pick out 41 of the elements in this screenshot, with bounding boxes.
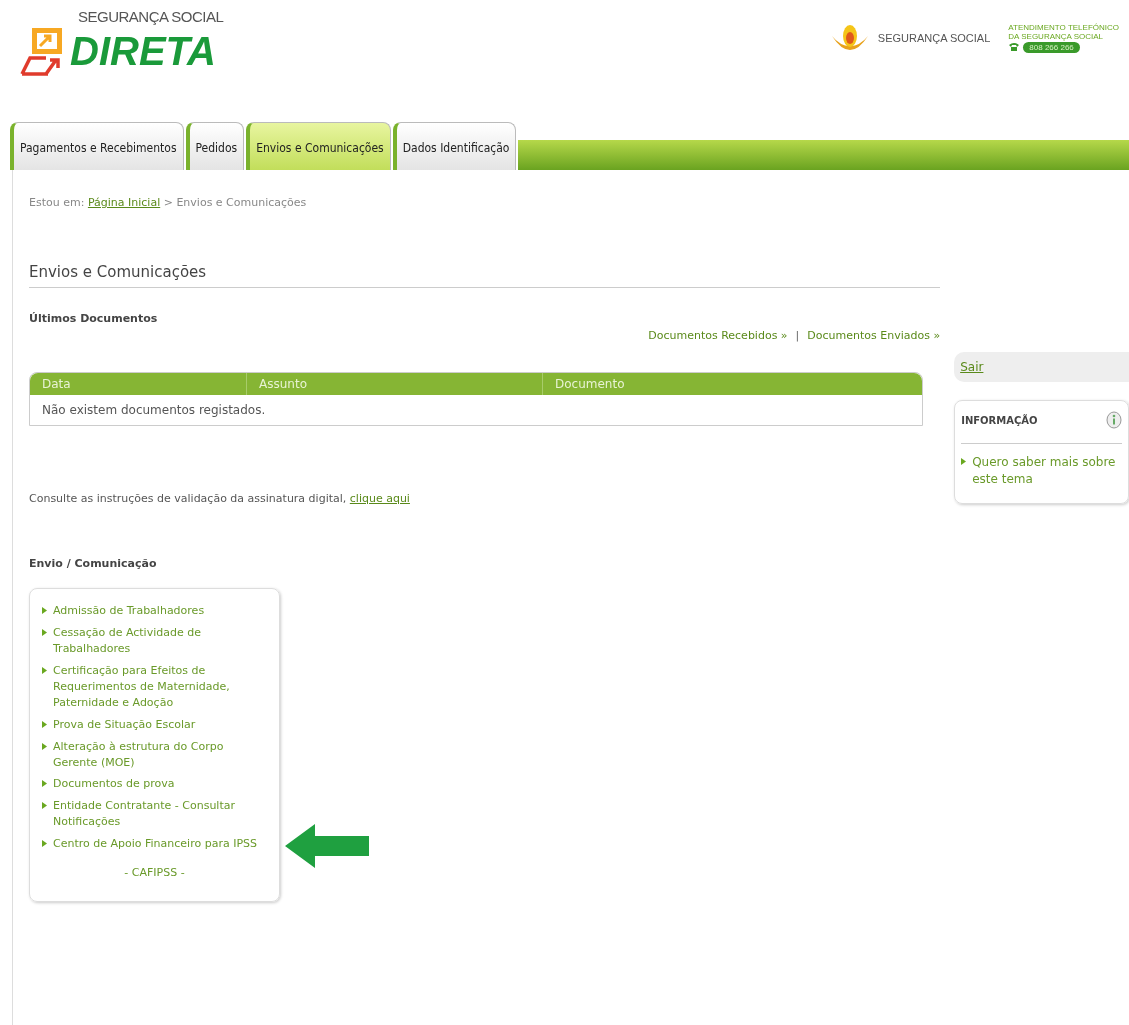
documents-link[interactable]: Documentos Recebidos » — [648, 329, 788, 342]
nav-tab[interactable]: Envios e Comunicações — [246, 122, 391, 170]
breadcrumb: Estou em: Página Inicial > Envios e Comunicações — [29, 196, 308, 209]
nav-tab[interactable]: Dados Identificação — [392, 122, 517, 170]
submission-label: Entidade Contratante - Consultar Notificações — [53, 798, 236, 831]
submission-link[interactable]: Prova de Situação Escolar — [42, 716, 267, 733]
submission-label: Admissão de Trabalhadores — [53, 603, 205, 619]
logo-title: DIRETA — [70, 31, 217, 71]
empty-message: Não existem documentos registados. — [41, 402, 267, 419]
submission-link[interactable]: Alteração à estrutura do Corpo Gerente (MOE) — [42, 738, 267, 771]
column-header: Assunto — [246, 373, 542, 395]
submission-label: Prova de Situação Escolar — [53, 716, 196, 733]
submission-label: Certificação para Efeitos de Requerimentos de Maternidade, Paternidade e Adoção — [53, 662, 231, 711]
column-header: Data — [41, 376, 72, 393]
submission-link[interactable]: Admissão de Trabalhadores — [42, 603, 267, 619]
submission-link[interactable]: Cessação de Actividade de Trabalhadores — [42, 624, 267, 657]
phone-number: 808 266 266 — [1023, 41, 1080, 53]
brand-name: SEGURANÇA SOCIAL — [877, 32, 991, 44]
logo-subtitle: SEGURANÇA SOCIAL — [78, 8, 224, 25]
helpline-label: ATENDIMENTO TELEFÓNICO — [1008, 24, 1119, 33]
submission-label: Alteração à estrutura do Corpo Gerente (MOE) — [53, 738, 225, 771]
section-title: Envio / Comunicação — [29, 557, 158, 570]
column-header: Documento — [542, 373, 922, 395]
helpline-label: DA SEGURANÇA SOCIAL — [1008, 32, 1104, 42]
nav-tab[interactable]: Pedidos — [185, 122, 245, 170]
submission-label: Documentos de prova — [53, 776, 175, 793]
section-title: Últimos Documentos — [29, 312, 159, 325]
submission-label: Cessação de Actividade de Trabalhadores — [53, 624, 202, 657]
breadcrumb-link[interactable]: Página Inicial — [87, 196, 161, 209]
submission-link[interactable]: Documentos de prova — [42, 776, 267, 793]
signature-link[interactable]: clique aqui — [349, 492, 410, 505]
link-separator: | — [795, 329, 800, 342]
nav-tab[interactable]: Pagamentos e Recebimentos — [10, 122, 184, 170]
page-title: Envios e Comunicações — [29, 263, 941, 288]
info-title: INFORMAÇÃO — [961, 414, 1038, 426]
signature-note: Consulte as instruções de validação da assinatura digital, clique aqui — [29, 492, 411, 505]
panel-footer: - CAFIPSS - — [42, 866, 267, 880]
logout-link[interactable]: Sair — [960, 360, 984, 374]
submission-link[interactable]: Entidade Contratante - Consultar Notificações — [42, 798, 267, 831]
submission-link[interactable]: Certificação para Efeitos de Requerimentos de Maternidade, Paternidade e Adoção — [42, 662, 267, 711]
documents-link[interactable]: Documentos Enviados » — [807, 329, 941, 342]
